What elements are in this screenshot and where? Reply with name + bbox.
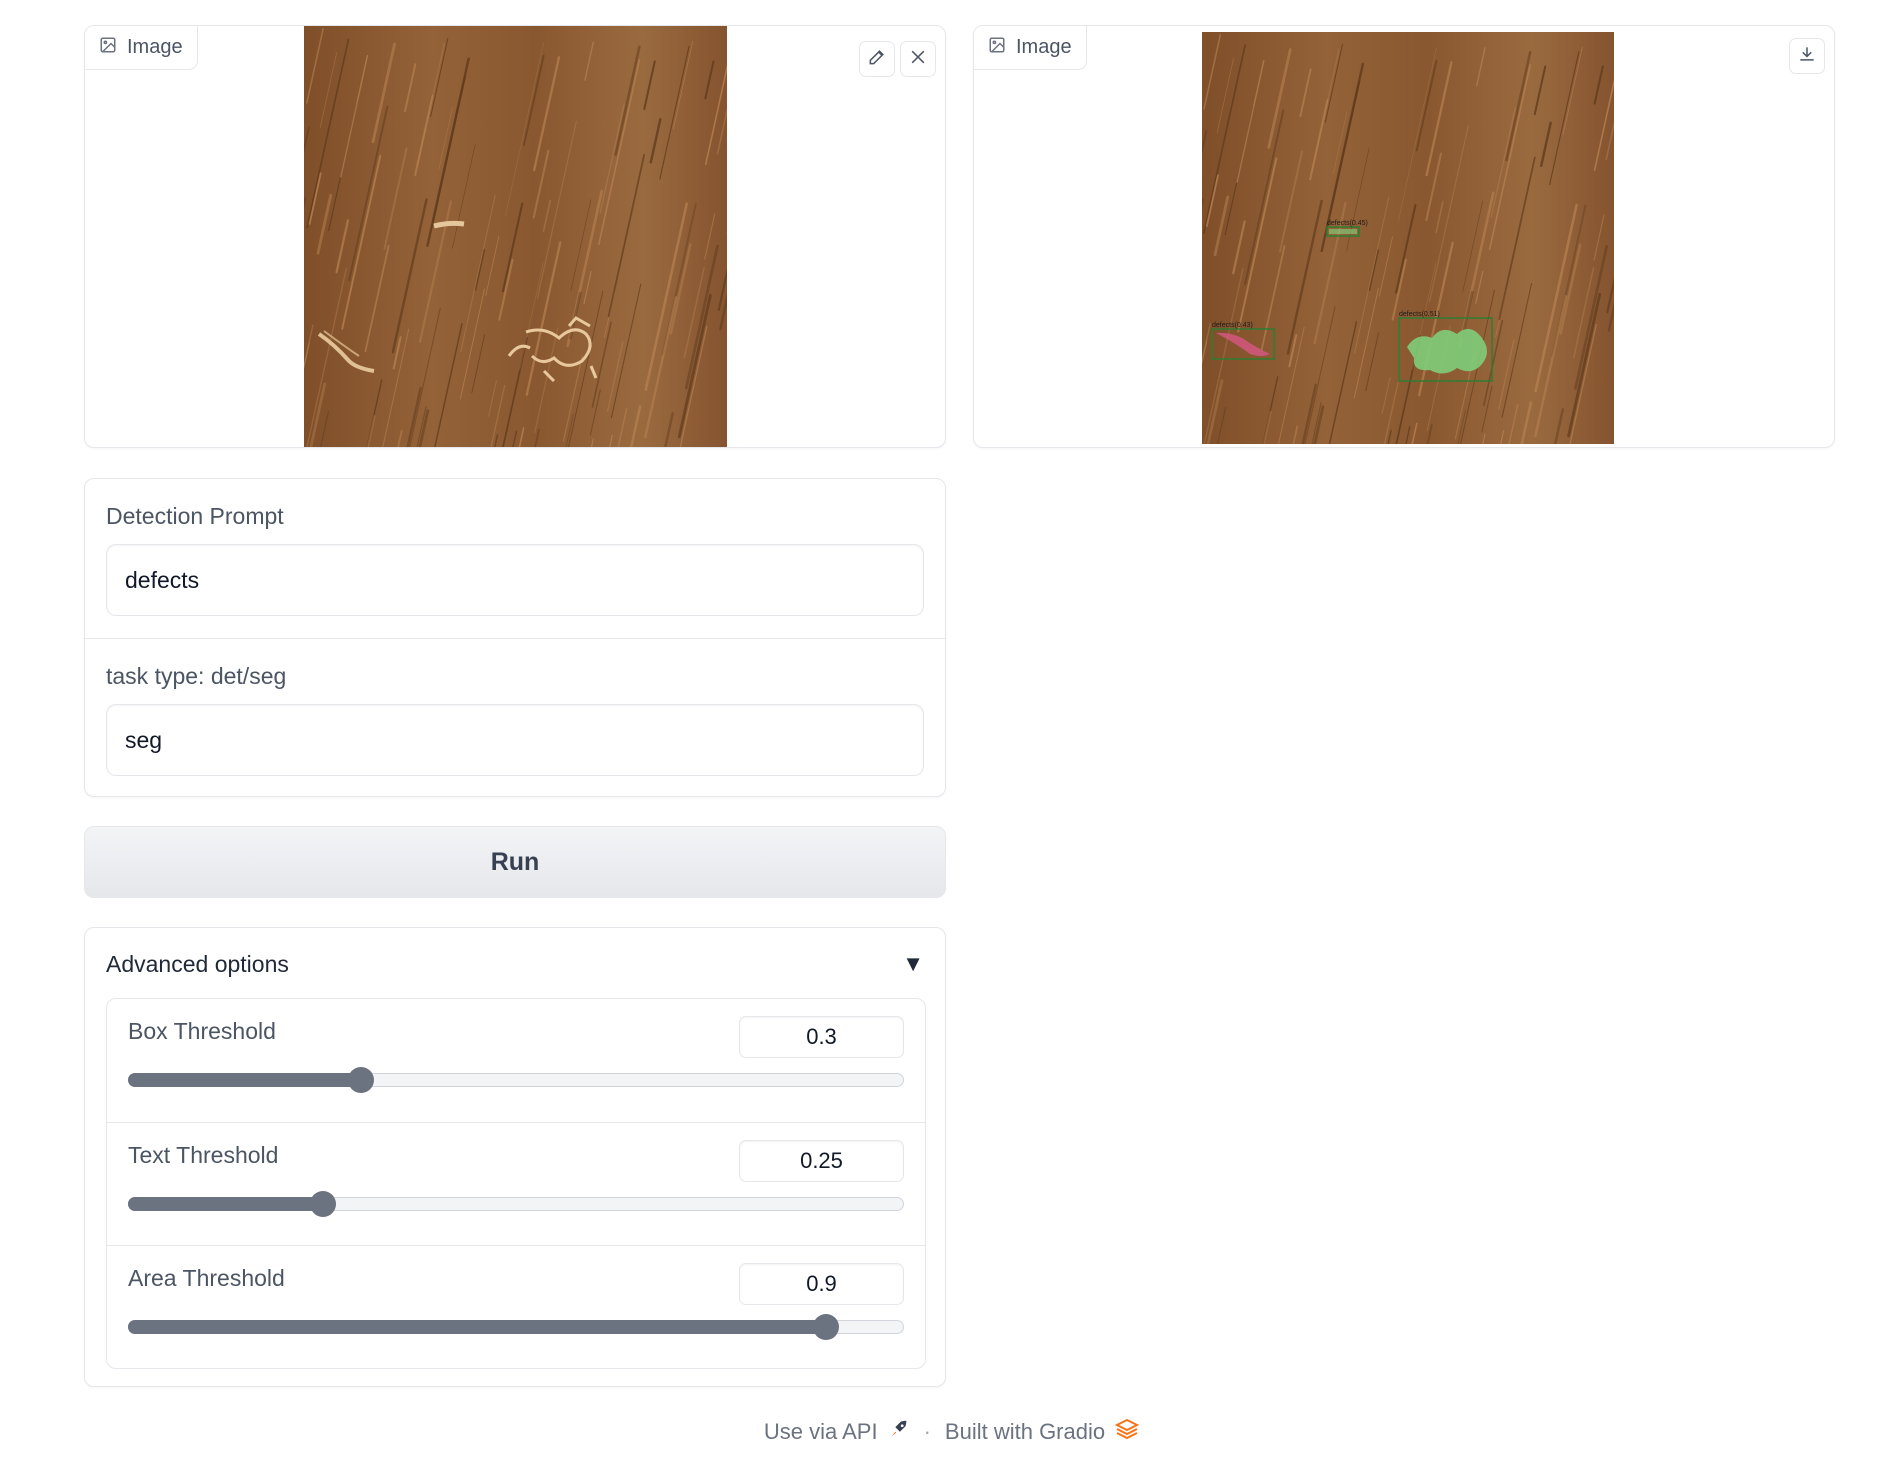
area-threshold-label: Area Threshold <box>128 1265 285 1291</box>
slider-thumb[interactable] <box>812 1314 839 1340</box>
close-icon <box>908 47 928 72</box>
output-wood-image: defects(0.45) defects(0.43) defects(0.51… <box>1202 32 1614 444</box>
use-via-api-label: Use via API <box>763 1419 878 1444</box>
text-threshold-label: Text Threshold <box>128 1142 279 1168</box>
rocket-icon <box>888 1418 910 1446</box>
use-via-api-link[interactable]: Use via API <box>764 1418 910 1446</box>
box-threshold-label: Box Threshold <box>128 1018 276 1044</box>
image-icon <box>99 36 117 60</box>
sliders-group: Box Threshold Text Threshold Area Thresh… <box>106 998 926 1369</box>
area-threshold-row: Area Threshold <box>107 1245 925 1368</box>
slider-thumb[interactable] <box>309 1191 336 1217</box>
slider-thumb[interactable] <box>348 1067 375 1093</box>
detection-mask <box>1329 229 1357 234</box>
detection-prompt-block: Detection Prompt <box>85 479 945 639</box>
detection-label: defects(0.45) <box>1327 220 1368 227</box>
text-threshold-row: Text Threshold <box>107 1122 925 1245</box>
box-threshold-row: Box Threshold <box>107 999 925 1122</box>
advanced-options-header[interactable]: Advanced options ▼ <box>106 944 924 984</box>
text-threshold-slider[interactable] <box>128 1191 904 1217</box>
advanced-options-title: Advanced options <box>106 950 289 977</box>
run-button[interactable]: Run <box>84 826 946 898</box>
download-icon <box>1797 44 1817 69</box>
detection-label: defects(0.51) <box>1399 311 1440 318</box>
box-threshold-number[interactable] <box>739 1016 904 1058</box>
image-icon <box>988 36 1006 60</box>
output-image-label-text: Image <box>1016 36 1072 58</box>
task-type-input[interactable] <box>106 704 924 776</box>
output-image-panel: Image defects(0.45) defects(0.43) defect… <box>973 25 1835 448</box>
detection-prompt-input[interactable] <box>106 544 924 616</box>
text-threshold-number[interactable] <box>739 1140 904 1182</box>
box-threshold-slider[interactable] <box>128 1067 904 1093</box>
slider-fill <box>128 1073 361 1087</box>
built-with-gradio-label: Built with Gradio <box>944 1419 1106 1444</box>
close-button[interactable] <box>900 41 936 77</box>
area-threshold-slider[interactable] <box>128 1314 904 1340</box>
built-with-gradio-link[interactable]: Built with Gradio <box>944 1418 1140 1446</box>
download-button[interactable] <box>1789 38 1825 74</box>
output-image-label: Image <box>974 26 1087 70</box>
input-wood-image[interactable] <box>304 26 727 447</box>
collapse-arrow-icon[interactable]: ▼ <box>902 951 924 977</box>
gradio-logo-icon <box>1114 1418 1140 1446</box>
edit-icon <box>867 47 887 72</box>
task-type-label: task type: det/seg <box>106 663 287 689</box>
footer: Use via API · Built with Gradio <box>0 1418 1903 1446</box>
form-panel: Detection Prompt task type: det/seg <box>84 478 946 797</box>
detection-prompt-label: Detection Prompt <box>106 503 284 529</box>
advanced-options-accordion: Advanced options ▼ Box Threshold Text Th… <box>84 927 946 1387</box>
slider-fill <box>128 1320 825 1334</box>
area-threshold-number[interactable] <box>739 1263 904 1305</box>
input-image-label-text: Image <box>127 36 183 58</box>
detection-label: defects(0.43) <box>1212 322 1253 329</box>
edit-button[interactable] <box>859 41 895 77</box>
footer-separator: · <box>923 1419 931 1444</box>
input-image-panel: Image <box>84 25 946 448</box>
input-image-label: Image <box>85 26 198 70</box>
task-type-block: task type: det/seg <box>85 639 945 798</box>
slider-fill <box>128 1197 322 1211</box>
